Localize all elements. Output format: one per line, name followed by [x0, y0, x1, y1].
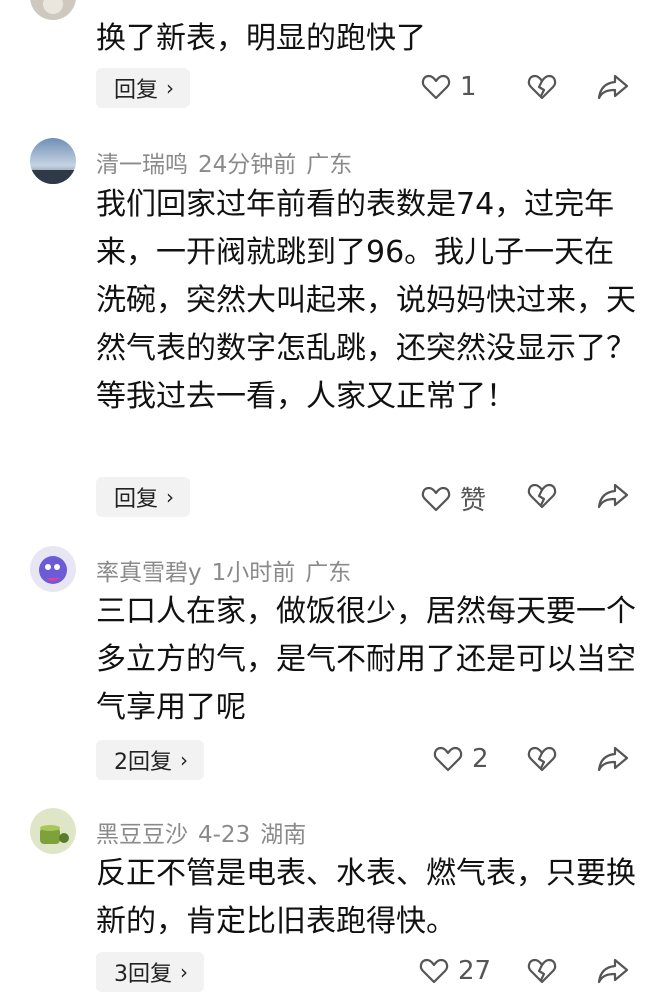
broken-heart-icon [526, 955, 558, 987]
chevron-right-icon: › [180, 748, 188, 772]
comment-text[interactable]: 三口人在家，做饭很少，居然每天要一个多立方的气，是气不耐用了还是可以当空气享用了… [96, 588, 636, 732]
comment-meta [96, 0, 126, 12]
broken-heart-icon [526, 480, 558, 512]
broken-heart-icon [526, 743, 558, 775]
avatar[interactable] [30, 138, 76, 184]
heart-outline-icon [432, 743, 464, 775]
username[interactable]: 清一瑞鸣 [96, 152, 188, 178]
unlike-button[interactable] [526, 480, 558, 512]
unlike-button[interactable] [526, 71, 558, 103]
heart-outline-icon [420, 483, 452, 515]
avatar[interactable] [30, 546, 76, 592]
like-count: 赞 [460, 486, 487, 516]
share-arrow-icon [596, 955, 630, 987]
like-button[interactable]: 赞 [420, 480, 486, 517]
comment-text[interactable]: 我们回家过年前看的表数是74，过完年来，一开阀就跳到了96。我儿子一天在洗碗，突… [96, 181, 636, 421]
share-button[interactable] [596, 743, 630, 775]
comment-location: 广东 [306, 152, 353, 178]
avatar[interactable] [30, 0, 76, 20]
share-arrow-icon [596, 480, 630, 512]
comment-location: 广东 [305, 560, 352, 586]
comment-text[interactable]: 换了新表，明显的跑快了 [96, 15, 636, 63]
like-button[interactable]: 1 [420, 71, 477, 103]
username[interactable]: 黑豆豆沙 [96, 822, 188, 848]
heart-outline-icon [418, 955, 450, 987]
heart-outline-icon [420, 71, 452, 103]
reply-label: 回复 [114, 78, 159, 103]
like-count: 2 [472, 744, 489, 774]
share-arrow-icon [596, 71, 630, 103]
chevron-right-icon: › [166, 76, 175, 100]
comment-location: 湖南 [260, 822, 307, 848]
share-button[interactable] [596, 955, 630, 987]
reply-label: 3回复 [114, 962, 172, 987]
comment-text[interactable]: 反正不管是电表、水表、燃气表，只要换新的，肯定比旧表跑得快。 [96, 850, 636, 946]
reply-label: 回复 [114, 487, 159, 512]
comment-time: 24分钟前 [198, 152, 297, 178]
reply-label: 2回复 [114, 750, 172, 775]
unlike-button[interactable] [526, 743, 558, 775]
chevron-right-icon: › [166, 485, 175, 509]
username[interactable]: 率真雪碧y [96, 560, 202, 586]
reply-button[interactable]: 回复 › [96, 477, 191, 517]
like-count: 1 [460, 72, 477, 102]
comment-meta: 清一瑞鸣 24分钟前 广东 [96, 145, 362, 179]
share-arrow-icon [596, 743, 630, 775]
reply-button[interactable]: 回复 › [96, 68, 191, 108]
share-button[interactable] [596, 480, 630, 512]
chevron-right-icon: › [180, 960, 188, 984]
like-button[interactable]: 27 [418, 955, 491, 987]
unlike-button[interactable] [526, 955, 558, 987]
reply-button[interactable]: 2回复 › [96, 740, 204, 780]
like-button[interactable]: 2 [432, 743, 489, 775]
avatar[interactable] [30, 808, 76, 854]
reply-button[interactable]: 3回复 › [96, 952, 204, 992]
comment-time: 1小时前 [211, 560, 296, 586]
comment-meta: 率真雪碧y 1小时前 广东 [96, 553, 361, 587]
comment-time: 4-23 [198, 822, 251, 848]
share-button[interactable] [596, 71, 630, 103]
like-count: 27 [458, 956, 492, 986]
comment-meta: 黑豆豆沙 4-23 湖南 [96, 815, 316, 849]
broken-heart-icon [526, 71, 558, 103]
